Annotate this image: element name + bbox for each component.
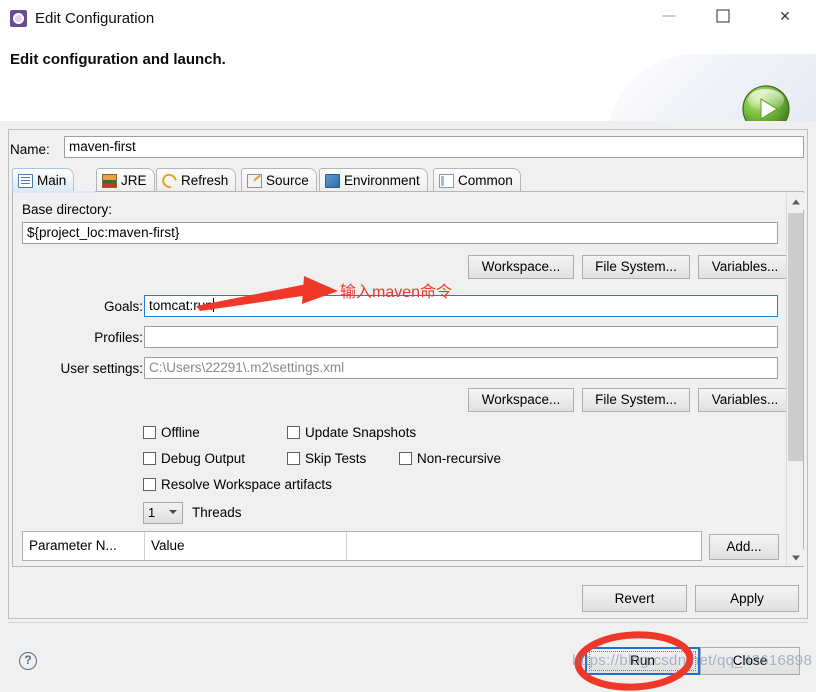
minimize-button[interactable]: [646, 0, 692, 32]
base-directory-label: Base directory:: [22, 202, 113, 217]
tab-source[interactable]: Source: [241, 168, 317, 192]
base-variables-button[interactable]: Variables...: [698, 255, 792, 279]
parameter-table-header-name[interactable]: Parameter N...: [23, 532, 145, 560]
chevron-up-icon: [791, 199, 800, 204]
checkbox-debug-output[interactable]: Debug Output: [143, 451, 245, 466]
name-input[interactable]: maven-first: [64, 136, 804, 158]
tab-common-label: Common: [458, 173, 513, 188]
common-table-icon: [439, 173, 454, 188]
chevron-down-icon: [791, 555, 800, 560]
jre-books-icon: [102, 173, 117, 188]
main-document-icon: [18, 173, 33, 188]
tab-jre-label: JRE: [121, 173, 147, 188]
checkbox-non-recursive-label: Non-recursive: [417, 451, 502, 466]
parameter-table-header-filler: [347, 532, 701, 560]
checkbox-debug-output-label: Debug Output: [161, 451, 246, 466]
maximize-button[interactable]: [700, 0, 746, 32]
checkbox-resolve-workspace-artifacts[interactable]: Resolve Workspace artifacts: [143, 477, 332, 492]
settings-workspace-button[interactable]: Workspace...: [468, 388, 574, 412]
window-title: Edit Configuration: [35, 10, 155, 27]
checkbox-update-snapshots[interactable]: Update Snapshots: [287, 425, 416, 440]
checkbox-offline-box[interactable]: [143, 426, 156, 439]
checkbox-non-recursive-box[interactable]: [399, 452, 412, 465]
scroll-down-button[interactable]: [787, 549, 804, 566]
user-settings-input[interactable]: C:\Users\22291\.m2\settings.xml: [144, 357, 778, 379]
checkbox-non-recursive[interactable]: Non-recursive: [399, 451, 501, 466]
checkbox-update-snapshots-label: Update Snapshots: [305, 425, 417, 440]
parameter-table[interactable]: Parameter N... Value: [22, 531, 702, 561]
user-settings-label: User settings:: [60, 361, 143, 376]
base-directory-input[interactable]: ${project_loc:maven-first}: [22, 222, 778, 244]
minimize-icon: [662, 15, 676, 17]
title-bar: Edit Configuration ✕: [0, 0, 816, 37]
maximize-icon: [716, 9, 730, 23]
tab-refresh[interactable]: Refresh: [156, 168, 237, 192]
dialog-header: Edit configuration and launch.: [0, 36, 816, 122]
goals-input-value: tomcat:run: [149, 298, 213, 313]
refresh-arrows-icon: [159, 170, 180, 191]
checkbox-resolve-workspace-artifacts-box[interactable]: [143, 478, 156, 491]
tab-strip: Main JRE Refresh Source Environment Comm…: [12, 168, 804, 192]
close-icon: ✕: [779, 8, 791, 24]
scrollbar-thumb[interactable]: [788, 213, 803, 461]
revert-button[interactable]: Revert: [582, 585, 687, 612]
footer-divider: [8, 622, 808, 623]
tab-common[interactable]: Common: [433, 168, 521, 192]
settings-variables-button[interactable]: Variables...: [698, 388, 792, 412]
tab-refresh-label: Refresh: [181, 173, 229, 188]
text-caret: [212, 298, 214, 312]
tab-source-label: Source: [266, 173, 309, 188]
close-window-button[interactable]: ✕: [762, 0, 808, 32]
source-pencil-icon: [247, 173, 262, 188]
threads-label: Threads: [192, 505, 242, 520]
settings-file-system-button[interactable]: File System...: [582, 388, 690, 412]
tab-main-underline: [13, 191, 95, 193]
checkbox-resolve-workspace-artifacts-label: Resolve Workspace artifacts: [161, 477, 332, 492]
checkbox-debug-output-box[interactable]: [143, 452, 156, 465]
main-tab-scrollbar[interactable]: [786, 193, 804, 566]
page-title: Edit configuration and launch.: [10, 51, 226, 68]
parameter-table-header-value[interactable]: Value: [145, 532, 347, 560]
name-label: Name:: [10, 142, 50, 157]
help-question-icon[interactable]: ?: [19, 652, 37, 670]
tab-environment[interactable]: Environment: [319, 168, 428, 192]
close-button[interactable]: Close: [700, 647, 800, 675]
run-button[interactable]: Run: [585, 647, 700, 675]
checkbox-skip-tests-box[interactable]: [287, 452, 300, 465]
environment-monitor-icon: [325, 173, 340, 188]
scroll-up-button[interactable]: [787, 193, 804, 210]
base-file-system-button[interactable]: File System...: [582, 255, 690, 279]
configuration-gear-icon: [10, 10, 27, 27]
checkbox-skip-tests[interactable]: Skip Tests: [287, 451, 366, 466]
profiles-label: Profiles:: [94, 330, 143, 345]
tab-main[interactable]: Main: [12, 168, 75, 192]
threads-select[interactable]: 1: [143, 502, 183, 524]
checkbox-update-snapshots-box[interactable]: [287, 426, 300, 439]
add-parameter-button[interactable]: Add...: [709, 534, 779, 560]
main-tab-content: Base directory: ${project_loc:maven-firs…: [12, 192, 804, 567]
checkbox-skip-tests-label: Skip Tests: [305, 451, 367, 466]
profiles-input[interactable]: [144, 326, 778, 348]
goals-label: Goals:: [103, 299, 143, 314]
tab-jre[interactable]: JRE: [96, 168, 155, 192]
tab-main-label: Main: [37, 173, 67, 188]
run-button-focus-ring: [589, 651, 696, 671]
chevron-down-icon: [169, 510, 177, 514]
threads-select-value: 1: [148, 505, 156, 520]
checkbox-offline-label: Offline: [161, 425, 200, 440]
apply-button[interactable]: Apply: [695, 585, 799, 612]
base-workspace-button[interactable]: Workspace...: [468, 255, 574, 279]
tab-environment-label: Environment: [344, 173, 420, 188]
checkbox-offline[interactable]: Offline: [143, 425, 200, 440]
goals-input[interactable]: tomcat:run: [144, 295, 778, 317]
